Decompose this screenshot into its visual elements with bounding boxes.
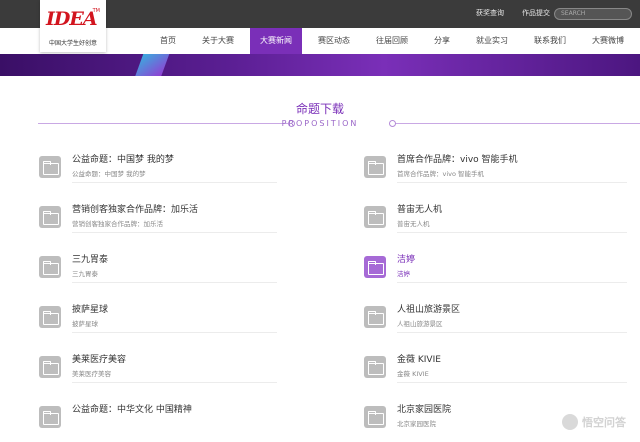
folder-icon [364, 406, 386, 428]
folder-icon [39, 356, 61, 378]
item-divider [72, 332, 277, 333]
nav-item-contact[interactable]: 联系我们 [524, 28, 576, 54]
nav-item-about[interactable]: 关于大赛 [192, 28, 244, 54]
item-divider [72, 282, 277, 283]
item-subtitle: 北京家园医院 [397, 420, 436, 428]
item-divider [72, 232, 277, 233]
watermark: 悟空问答 [562, 414, 626, 430]
section-title: 命题下载 [295, 102, 344, 116]
folder-icon [364, 206, 386, 228]
nav-item-home[interactable]: 首页 [150, 28, 186, 54]
nav-item-jobs[interactable]: 就业实习 [466, 28, 518, 54]
folder-icon [364, 306, 386, 328]
item-title[interactable]: 公益命题：中华文化 中国精神 [72, 402, 192, 415]
item-title[interactable]: 公益命题：中国梦 我的梦 [72, 152, 174, 165]
chat-bubble-icon [562, 414, 578, 430]
item-divider [72, 182, 277, 183]
nav-item-news[interactable]: 大赛新闻 [250, 28, 302, 54]
watermark-text: 悟空问答 [582, 416, 626, 429]
item-title[interactable]: 洁婷 [397, 252, 415, 265]
logo-mark: IDEA [46, 8, 98, 30]
folder-icon [39, 206, 61, 228]
item-divider [397, 232, 627, 233]
item-subtitle: 三九胃泰 [72, 270, 98, 278]
item-title[interactable]: 人祖山旅游景区 [397, 302, 460, 315]
item-divider [397, 382, 627, 383]
folder-icon [39, 256, 61, 278]
section-subtitle: PROPOSITION [281, 119, 359, 128]
item-title[interactable]: 三九胃泰 [72, 252, 108, 265]
item-subtitle: 普宙无人机 [397, 220, 430, 228]
folder-icon [364, 256, 386, 278]
item-title[interactable]: 披萨星球 [72, 302, 108, 315]
banner-decoration [134, 54, 172, 76]
award-query-link[interactable]: 获奖查询 [476, 8, 504, 18]
folder-icon [364, 356, 386, 378]
item-subtitle: 首席合作品牌：vivo 智能手机 [397, 170, 485, 178]
logo-tm: TM [92, 8, 100, 14]
item-subtitle: 人祖山旅游景区 [397, 320, 443, 328]
item-title[interactable]: 金薇 KIVIE [397, 352, 441, 365]
item-divider [397, 332, 627, 333]
nav-item-region[interactable]: 赛区动态 [308, 28, 360, 54]
item-title[interactable]: 北京家园医院 [397, 402, 451, 415]
item-divider [72, 382, 277, 383]
submit-work-link[interactable]: 作品提交 [522, 8, 550, 18]
item-divider [397, 182, 627, 183]
folder-icon [39, 406, 61, 428]
item-title[interactable]: 首席合作品牌：vivo 智能手机 [397, 152, 518, 165]
site-logo[interactable]: IDEA TM 中国大学生好创意 [40, 0, 106, 52]
folder-icon [39, 306, 61, 328]
item-subtitle: 洁婷 [397, 270, 410, 278]
item-title[interactable]: 美莱医疗美容 [72, 352, 126, 365]
search-input[interactable]: SEARCH [554, 8, 632, 20]
logo-subtitle: 中国大学生好创意 [48, 40, 97, 47]
banner-strip [0, 54, 640, 76]
nav-item-review[interactable]: 往届回顾 [366, 28, 418, 54]
item-subtitle: 金薇 KIVIE [397, 370, 429, 378]
item-divider [397, 282, 627, 283]
folder-icon [364, 156, 386, 178]
item-subtitle: 美莱医疗美容 [72, 370, 111, 378]
nav-item-share[interactable]: 分享 [424, 28, 460, 54]
item-subtitle: 披萨星球 [72, 320, 98, 328]
item-title[interactable]: 营销创客独家合作品牌：加乐活 [72, 202, 198, 215]
item-subtitle: 营销创客独家合作品牌：加乐活 [72, 220, 163, 228]
folder-icon [39, 156, 61, 178]
item-title[interactable]: 普宙无人机 [397, 202, 442, 215]
nav-item-weibo[interactable]: 大赛微博 [582, 28, 634, 54]
top-links: 获奖查询 作品提交 [476, 8, 550, 18]
item-subtitle: 公益命题：中国梦 我的梦 [72, 170, 146, 178]
